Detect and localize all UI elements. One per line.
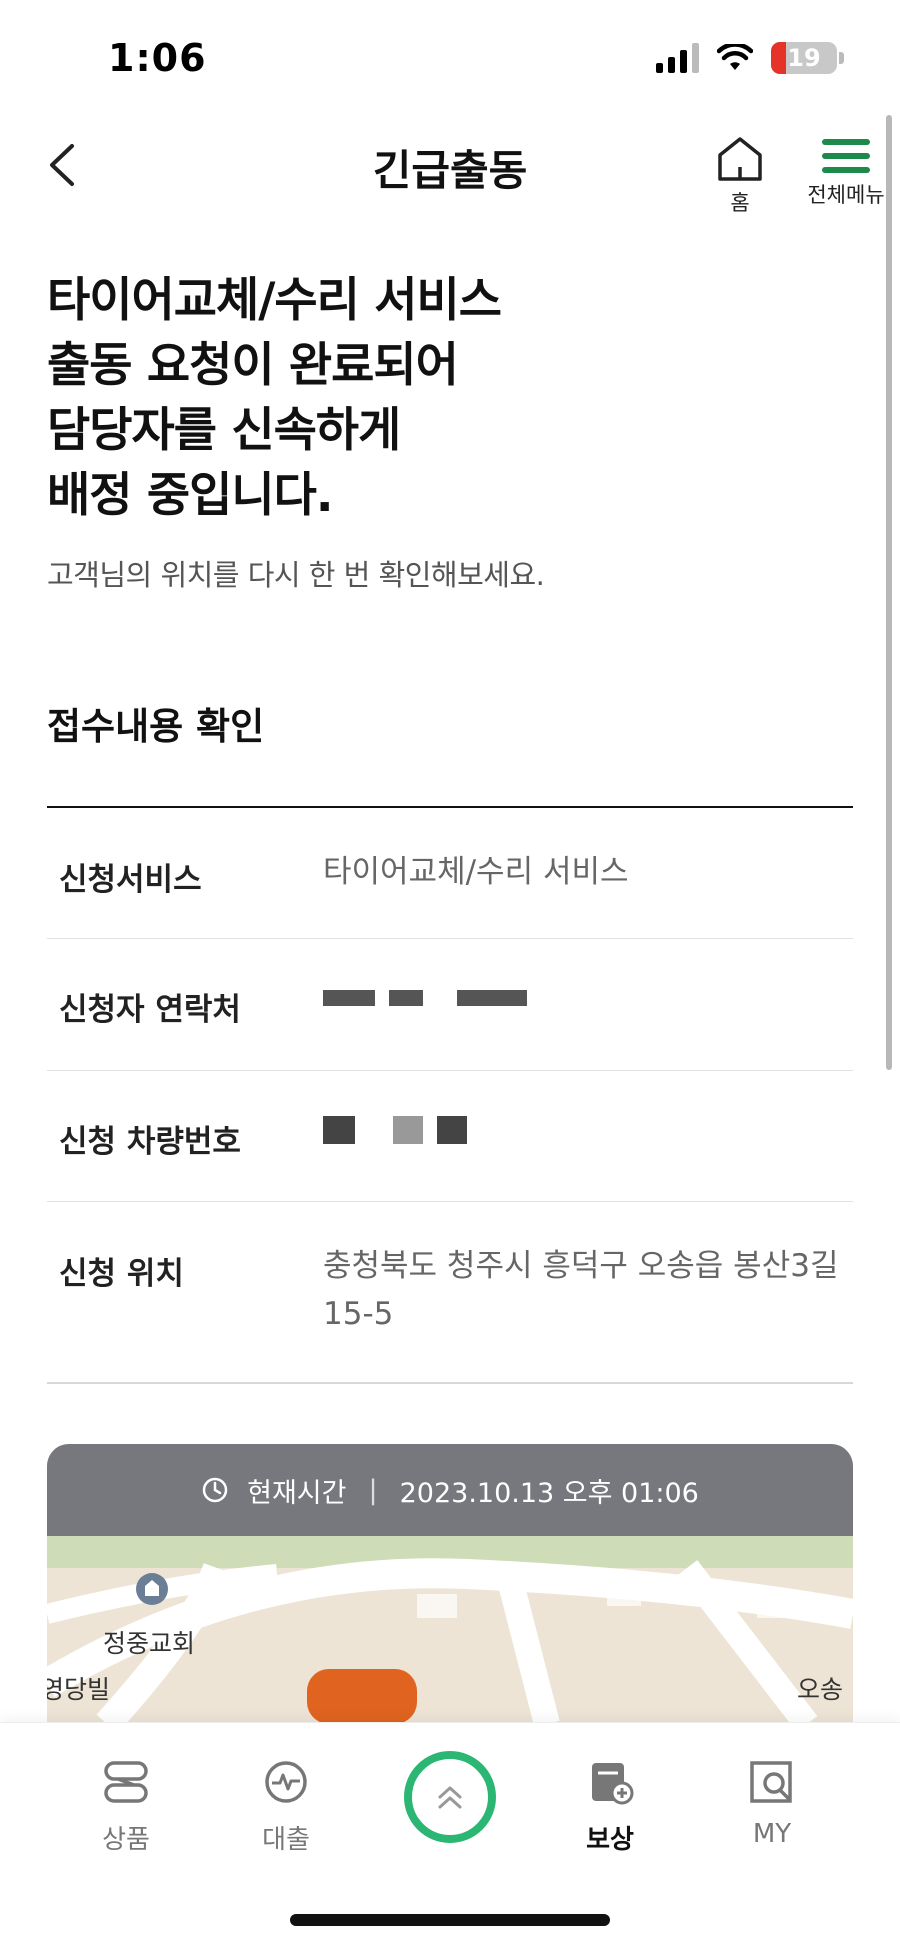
home-button[interactable]: 홈 bbox=[712, 135, 768, 217]
nav-item-products[interactable]: 상품 bbox=[66, 1759, 186, 1856]
home-label: 홈 bbox=[730, 191, 750, 215]
headline-line: 출동 요청이 완료되어 bbox=[47, 338, 459, 393]
row-divider bbox=[47, 1070, 853, 1071]
table-divider bbox=[47, 806, 853, 808]
wifi-icon bbox=[717, 44, 753, 70]
headline-line: 타이어교체/수리 서비스 bbox=[47, 273, 502, 328]
quick-menu-button[interactable] bbox=[404, 1751, 496, 1843]
my-page-icon bbox=[750, 1761, 792, 1803]
current-time-value: 2023.10.13 오후 01:06 bbox=[399, 1477, 699, 1509]
loan-icon bbox=[265, 1761, 307, 1803]
completion-headline: 타이어교체/수리 서비스 출동 요청이 완료되어 담당자를 신속하게 배정 중입… bbox=[47, 268, 867, 528]
current-time-label: 현재시간 bbox=[247, 1477, 347, 1509]
detail-value-redacted bbox=[323, 1106, 843, 1154]
full-menu-button[interactable]: 전체메뉴 bbox=[786, 139, 900, 209]
nav-label: 대출 bbox=[262, 1825, 310, 1855]
scrollbar[interactable] bbox=[886, 115, 892, 1070]
headline-line: 담당자를 신속하게 bbox=[47, 403, 401, 458]
app-header: 긴급출동 홈 전체메뉴 bbox=[0, 115, 900, 225]
headline-subtext: 고객님의 위치를 다시 한 번 확인해보세요. bbox=[47, 558, 545, 592]
home-indicator bbox=[290, 1914, 610, 1926]
redacted-vehicle-number bbox=[323, 1106, 843, 1154]
status-bar: 1:06 19 bbox=[0, 0, 900, 110]
nav-label: 상품 bbox=[102, 1825, 150, 1855]
claims-icon bbox=[592, 1763, 634, 1805]
home-icon bbox=[718, 137, 762, 181]
map-place-label: 정중교회 bbox=[103, 1629, 196, 1658]
detail-value-redacted bbox=[323, 974, 843, 1022]
nav-item-loans[interactable]: 대출 bbox=[226, 1759, 346, 1856]
map-place-label: 오송 bbox=[797, 1675, 844, 1704]
cellular-signal-icon bbox=[656, 43, 699, 73]
nav-item-my[interactable]: MY bbox=[712, 1759, 832, 1849]
section-title: 접수내용 확인 bbox=[47, 705, 265, 748]
row-divider bbox=[47, 938, 853, 939]
products-icon bbox=[104, 1761, 148, 1803]
detail-value: 타이어교체/수리 서비스 bbox=[323, 854, 629, 890]
redacted-phone bbox=[323, 974, 843, 1022]
separator: | bbox=[368, 1474, 378, 1506]
location-map[interactable]: 현재시간 | 2023.10.13 오후 01:06 정중교회 영당빌 오송 bbox=[47, 1444, 853, 1724]
map-place-label: 영당빌 bbox=[47, 1675, 111, 1704]
table-bottom-divider bbox=[47, 1382, 853, 1384]
hamburger-icon bbox=[822, 139, 870, 173]
detail-label: 신청서비스 bbox=[59, 862, 202, 898]
detail-label: 신청 차량번호 bbox=[59, 1124, 241, 1160]
battery-icon: 19 bbox=[771, 42, 837, 74]
headline-line: 배정 중입니다. bbox=[47, 468, 334, 523]
current-time-bar: 현재시간 | 2023.10.13 오후 01:06 bbox=[47, 1444, 853, 1536]
nav-label: MY bbox=[752, 1819, 792, 1849]
full-menu-label: 전체메뉴 bbox=[807, 183, 885, 207]
detail-value: 충청북도 청주시 흥덕구 오송읍 봉산3길 15-5 bbox=[323, 1248, 839, 1332]
detail-label: 신청 위치 bbox=[59, 1256, 184, 1292]
battery-level: 19 bbox=[787, 44, 821, 72]
row-divider bbox=[47, 1201, 853, 1202]
status-icons: 19 bbox=[656, 42, 844, 74]
nav-item-claims[interactable]: 보상 bbox=[550, 1759, 670, 1856]
status-time: 1:06 bbox=[108, 36, 207, 80]
clock-icon bbox=[202, 1477, 228, 1503]
nav-label: 보상 bbox=[586, 1825, 634, 1855]
double-chevron-up-icon bbox=[438, 1786, 462, 1809]
detail-label: 신청자 연락처 bbox=[59, 992, 241, 1028]
